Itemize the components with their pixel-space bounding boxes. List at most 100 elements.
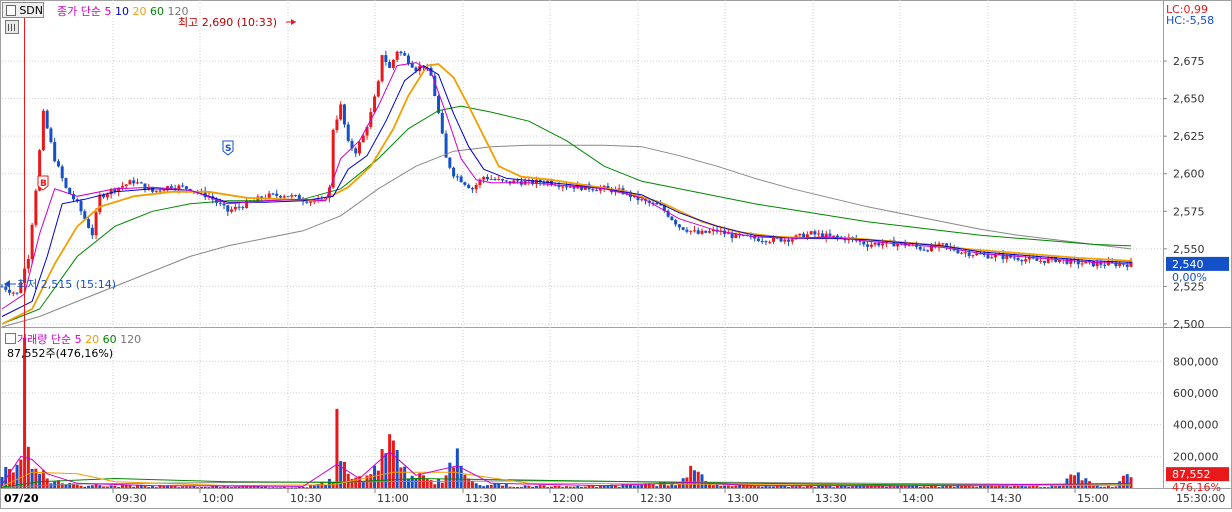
volume-current-value: 87,552주(476,16%)	[7, 347, 114, 360]
volume-bar	[237, 486, 241, 488]
calculator-icon[interactable]	[5, 20, 19, 34]
candle-body	[493, 178, 497, 180]
volume-bar	[1042, 486, 1046, 488]
candle-body	[696, 230, 700, 234]
volume-bar	[207, 487, 211, 489]
ma60-line	[1, 105, 1132, 325]
candle-body	[15, 292, 19, 294]
candle-body	[98, 194, 102, 213]
candle-body	[489, 178, 493, 180]
volume-bar	[1091, 485, 1095, 488]
volume-bar	[26, 446, 30, 488]
volume-bar	[1031, 485, 1035, 488]
candle-body	[132, 180, 136, 184]
volume-bar	[561, 486, 565, 488]
volume-bar	[546, 487, 550, 489]
volume-bar	[730, 486, 734, 488]
candle-body	[835, 235, 839, 237]
candle-body	[339, 104, 343, 120]
candle-body	[595, 190, 599, 192]
volume-bar	[534, 485, 538, 488]
price-tick-label: 2,650	[1173, 93, 1205, 106]
candle-body	[4, 286, 8, 290]
candle-body	[87, 219, 91, 228]
ticker-selector[interactable]: SDN	[2, 2, 44, 18]
candle-body	[120, 186, 124, 188]
ma20-line	[1, 63, 1132, 325]
candle-body	[1035, 258, 1039, 261]
volume-bar	[542, 485, 546, 488]
candle-body	[11, 292, 15, 294]
candle-body	[501, 179, 505, 181]
volume-bar	[286, 487, 290, 489]
checkbox-icon[interactable]	[6, 4, 17, 16]
candle-body	[158, 190, 162, 192]
ma60-legend: 60	[150, 5, 164, 18]
candle-body	[41, 110, 45, 151]
candle-body	[218, 202, 222, 204]
candle-body	[561, 186, 565, 188]
volume-bar	[572, 486, 576, 488]
volume-bar	[787, 487, 791, 489]
candle-body	[809, 231, 813, 235]
candle-body	[335, 119, 339, 131]
chart-canvas[interactable]: 2,5002,5252,5502,5752,6002,6252,6502,675…	[0, 0, 1232, 509]
candle-body	[681, 227, 685, 230]
volume-bar	[531, 486, 535, 488]
volume-bar	[565, 486, 568, 488]
candle-body	[184, 186, 188, 190]
volume-bar	[723, 485, 727, 488]
candle-body	[485, 176, 489, 180]
candle-body	[49, 128, 53, 143]
volume-bar	[113, 485, 117, 488]
candle-body	[241, 207, 245, 209]
current-change-label: 0,00%	[1172, 271, 1207, 284]
volume-bar	[696, 471, 700, 488]
candle-body	[26, 259, 30, 269]
volume-bar	[828, 486, 832, 488]
volume-bar	[798, 485, 802, 488]
candle-body	[1080, 263, 1084, 265]
candle-body	[862, 241, 866, 245]
volume-checkbox-icon[interactable]	[5, 333, 16, 344]
volume-bar	[448, 462, 452, 488]
candle-body	[169, 186, 173, 189]
candle-body	[922, 249, 926, 251]
volume-bar	[994, 486, 998, 488]
volume-bar	[395, 450, 399, 488]
volume-bar	[632, 485, 636, 488]
volume-bar	[470, 481, 474, 488]
candle-body	[237, 206, 241, 208]
volume-bar	[301, 486, 305, 488]
volume-bar	[497, 483, 501, 488]
candle-body	[790, 239, 794, 242]
volume-bar	[847, 486, 851, 488]
volume-bar	[391, 440, 395, 488]
ma120-line	[1, 144, 1132, 328]
volume-bar	[553, 485, 557, 488]
volume-bar	[640, 484, 644, 488]
candle-body	[756, 238, 760, 242]
candle-body	[941, 243, 945, 245]
volume-bar	[485, 485, 489, 488]
volume-bar	[294, 487, 298, 489]
time-tick-label: 11:00	[377, 492, 409, 505]
volume-bar	[278, 487, 282, 489]
ma120-legend: 120	[167, 5, 189, 18]
candle-body	[380, 55, 384, 82]
time-tick-label: 09:30	[115, 492, 147, 505]
candle-body	[294, 195, 298, 197]
candle-body	[459, 176, 463, 183]
volume-bar	[538, 485, 542, 488]
volume-bar	[583, 486, 587, 488]
volume-bar	[516, 486, 520, 488]
stock-chart[interactable]: 2,500 2,525 2,550 2,575 2,600 2,625 2,650 2,675…	[0, 0, 1232, 509]
volume-bar	[143, 486, 147, 488]
candle-body	[286, 196, 290, 198]
volume-tick-label: 600,000	[1173, 387, 1219, 400]
candle-body	[105, 194, 109, 198]
candle-body	[963, 252, 967, 254]
time-tick-label: 12:30	[640, 492, 672, 505]
volume-bar	[1054, 486, 1058, 488]
candle-body	[467, 184, 471, 189]
